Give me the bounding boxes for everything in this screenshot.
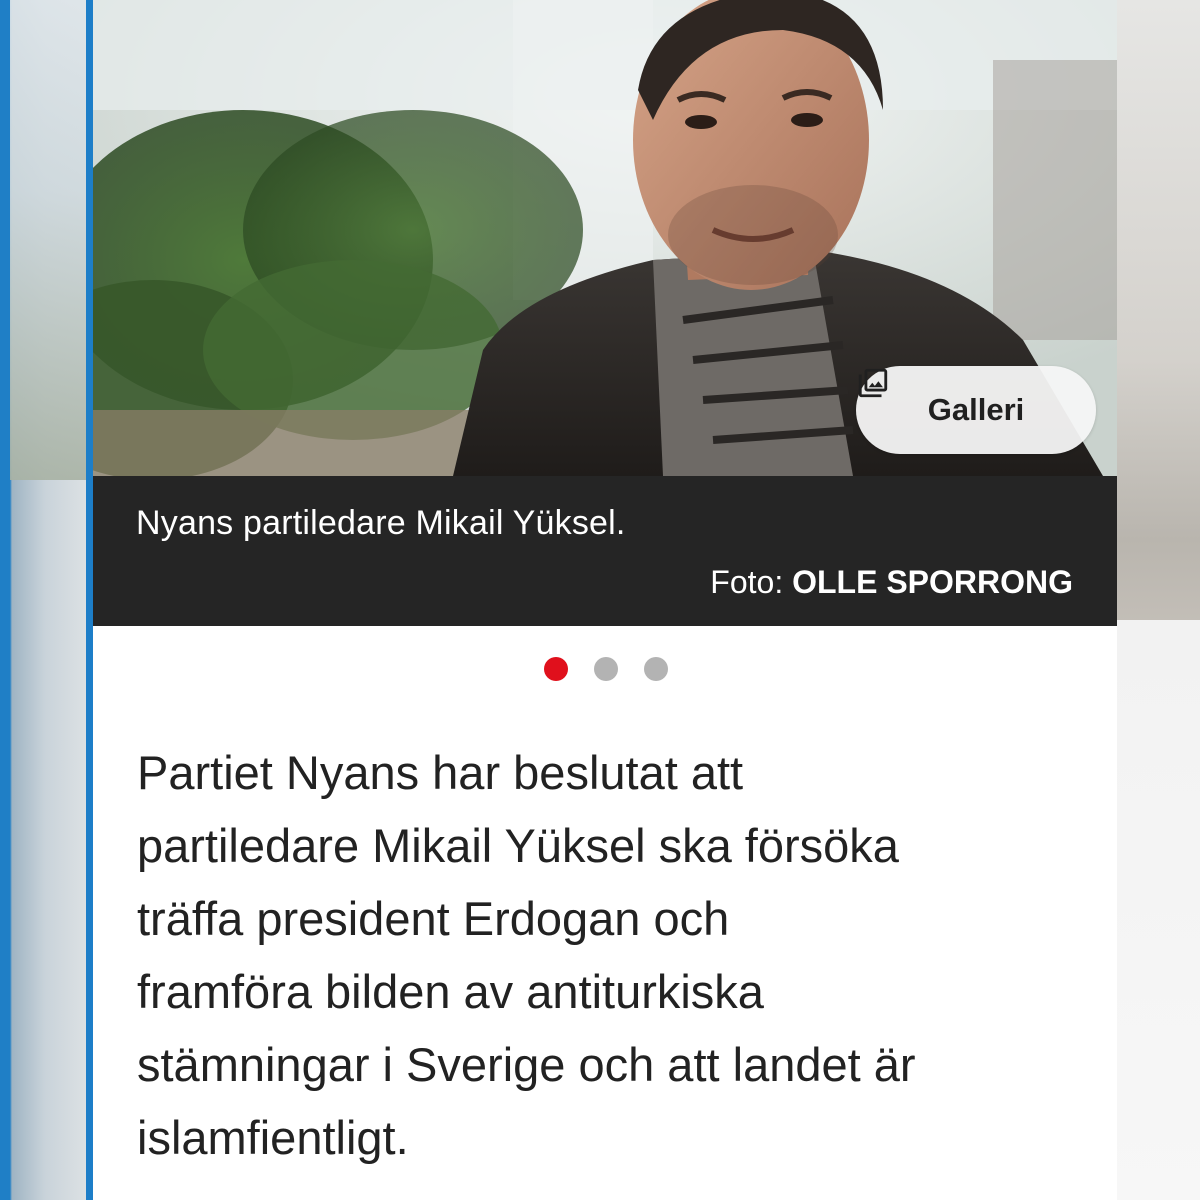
lead-line: islamfientligt. [137, 1111, 409, 1164]
photo-credit: Foto: OLLE SPORRONG [710, 564, 1073, 601]
article-lead: Partiet Nyans har beslutat att partileda… [137, 736, 1097, 1174]
credit-name: OLLE SPORRONG [792, 564, 1073, 600]
photo-library-icon [858, 368, 888, 398]
lead-line: träffa president Erdogan och [137, 892, 730, 945]
lead-line: stämningar i Sverige och att landet är [137, 1038, 916, 1091]
article-photo[interactable]: Galleri [93, 0, 1117, 476]
lead-line: Partiet Nyans har beslutat att [137, 746, 744, 799]
article-card: Galleri Nyans partiledare Mikail Yüksel.… [93, 0, 1117, 1200]
credit-prefix: Foto: [710, 564, 784, 600]
carousel-dot-1[interactable] [544, 657, 568, 681]
carousel-dot-2[interactable] [594, 657, 618, 681]
photo-caption: Nyans partiledare Mikail Yüksel. [136, 504, 626, 542]
photo-caption-box: Nyans partiledare Mikail Yüksel. Foto: O… [93, 476, 1117, 626]
blurred-backdrop-right [1117, 0, 1200, 1200]
carousel-dot-3[interactable] [644, 657, 668, 681]
gallery-button[interactable]: Galleri [856, 366, 1096, 454]
lead-line: partiledare Mikail Yüksel ska försöka [137, 819, 899, 872]
lead-line: framföra bilden av antiturkiska [137, 965, 764, 1018]
accent-rule [86, 0, 93, 1200]
carousel-indicator [93, 657, 1117, 681]
blurred-backdrop-left [0, 0, 93, 1200]
gallery-button-label: Galleri [927, 392, 1025, 427]
